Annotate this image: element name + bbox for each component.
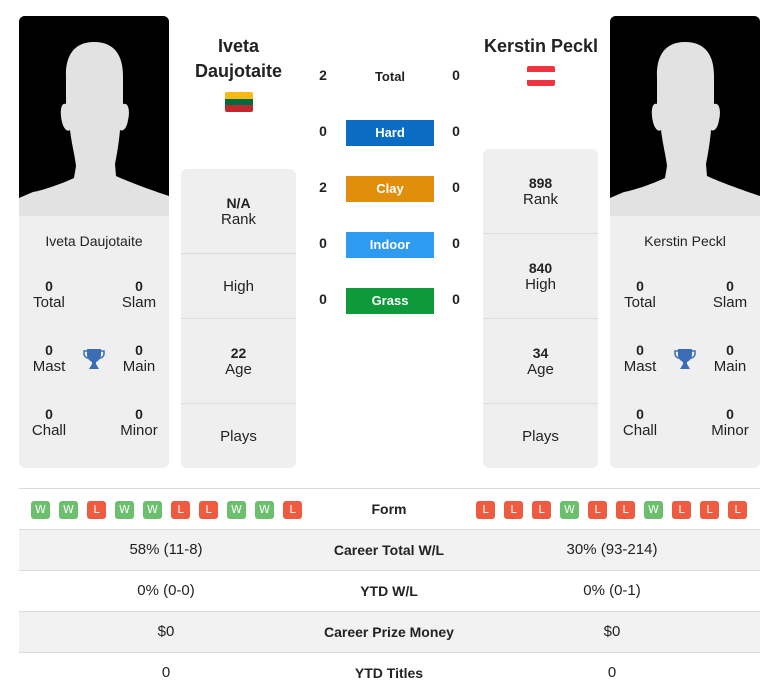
player1-high: High [181, 254, 296, 319]
player2-form: LLLWLLWLLL [476, 489, 766, 529]
form-loss-badge: L [616, 501, 635, 519]
silhouette-icon [19, 16, 169, 216]
comparison-row: $0 Career Prize Money $0 [19, 611, 760, 652]
trophy-icon [82, 347, 106, 376]
player2-titles-chall: 0 Chall [622, 406, 658, 439]
ytd-wl-p2: 0% (0-1) [583, 582, 641, 599]
form-win-badge: W [644, 501, 663, 519]
player2-titles-minor: 0 Minor [711, 406, 749, 439]
form-loss-badge: L [476, 501, 495, 519]
form-loss-badge: L [588, 501, 607, 519]
ytd-wl-label: YTD W/L [360, 583, 418, 599]
surface-grass-button[interactable]: Grass [346, 288, 434, 314]
h2h-clay-p2: 0 [452, 179, 460, 195]
player2-high: 840 High [483, 234, 598, 319]
player1-card-name: Iveta Daujotaite [45, 233, 143, 249]
player2-titles-slam: 0 Slam [712, 278, 748, 311]
form-loss-badge: L [283, 501, 302, 519]
form-loss-badge: L [504, 501, 523, 519]
player1-name[interactable]: Iveta Daujotaite [181, 34, 296, 84]
player1-form: WWLWWLLWWL [31, 489, 331, 529]
h2h-total-p1: 2 [319, 67, 327, 83]
form-win-badge: W [143, 501, 162, 519]
surface-indoor-button[interactable]: Indoor [346, 232, 434, 258]
ytd-titles-p1: 0 [161, 664, 171, 681]
silhouette-icon [610, 16, 760, 216]
player2-rank: 898 Rank [483, 149, 598, 234]
player2-photo [610, 16, 760, 216]
player2-name[interactable]: Kerstin Peckl [476, 34, 606, 59]
form-win-badge: W [59, 501, 78, 519]
comparison-row: 0% (0-0) YTD W/L 0% (0-1) [19, 570, 760, 611]
comparison-row: 58% (11-8) Career Total W/L 30% (93-214) [19, 529, 760, 570]
player2-titles-main: 0 Main [713, 342, 747, 375]
ytd-titles-label: YTD Titles [354, 665, 424, 681]
form-loss-badge: L [728, 501, 747, 519]
player1-titles-chall: 0 Chall [31, 406, 67, 439]
comparison-row: 0 YTD Titles 0 [19, 652, 760, 693]
form-loss-badge: L [532, 501, 551, 519]
form-row: WWLWWLLWWL Form LLLWLLWLLL [19, 488, 760, 529]
player1-plays: Plays [220, 427, 257, 445]
trophy-icon [673, 347, 697, 376]
surface-clay-button[interactable]: Clay [346, 176, 434, 202]
form-win-badge: W [115, 501, 134, 519]
player2-card: Kerstin Peckl 0 Total 0 Slam 0 Mast 0 Main 0… [610, 216, 760, 468]
form-win-badge: W [31, 501, 50, 519]
career-wl-p2: 30% (93-214) [566, 541, 658, 558]
career-wl-p1: 58% (11-8) [129, 541, 203, 558]
austria-flag-icon [527, 66, 555, 86]
ytd-wl-p1: 0% (0-0) [137, 582, 195, 599]
h2h-grass-p2: 0 [452, 291, 460, 307]
player1-titles-mast: 0 Mast [32, 342, 66, 375]
player2-titles-total: 0 Total [624, 278, 656, 311]
career-wl-label: Career Total W/L [333, 542, 445, 558]
h2h-clay-p1: 2 [319, 179, 327, 195]
form-label: Form [371, 501, 407, 517]
h2h-hard-p2: 0 [452, 123, 460, 139]
ytd-titles-p2: 0 [607, 664, 617, 681]
player1-titles-minor: 0 Minor [120, 406, 158, 439]
player1-titles-slam: 0 Slam [121, 278, 157, 311]
player1-titles-main: 0 Main [122, 342, 156, 375]
player1-info-box: N/A Rank High 22 Age Plays [181, 169, 296, 468]
form-win-badge: W [227, 501, 246, 519]
player2-plays: Plays [522, 427, 559, 445]
form-loss-badge: L [199, 501, 218, 519]
h2h-indoor-p2: 0 [452, 235, 460, 251]
form-loss-badge: L [672, 501, 691, 519]
surface-hard-button[interactable]: Hard [346, 120, 434, 146]
form-loss-badge: L [700, 501, 719, 519]
player2-titles-mast: 0 Mast [623, 342, 657, 375]
player1-age: 22 Age [181, 319, 296, 404]
h2h-grass-p1: 0 [319, 291, 327, 307]
h2h-hard-p1: 0 [319, 123, 327, 139]
prize-money-label: Career Prize Money [324, 624, 454, 640]
player2-age: 34 Age [483, 319, 598, 404]
form-win-badge: W [560, 501, 579, 519]
player2-info-box: 898 Rank 840 High 34 Age Plays [483, 149, 598, 468]
h2h-total-label: Total [374, 69, 406, 84]
player1-titles-total: 0 Total [33, 278, 65, 311]
prize-money-p2: $0 [603, 623, 621, 640]
form-win-badge: W [255, 501, 274, 519]
h2h-indoor-p1: 0 [319, 235, 327, 251]
player1-card: Iveta Daujotaite 0 Total 0 Slam 0 Mast 0 Mai… [19, 216, 169, 468]
form-loss-badge: L [87, 501, 106, 519]
lithuania-flag-icon [225, 92, 253, 112]
h2h-total-p2: 0 [452, 67, 460, 83]
player2-card-name: Kerstin Peckl [644, 233, 726, 249]
player1-photo [19, 16, 169, 216]
player1-rank: N/A Rank [181, 169, 296, 254]
prize-money-p1: $0 [157, 623, 175, 640]
form-loss-badge: L [171, 501, 190, 519]
